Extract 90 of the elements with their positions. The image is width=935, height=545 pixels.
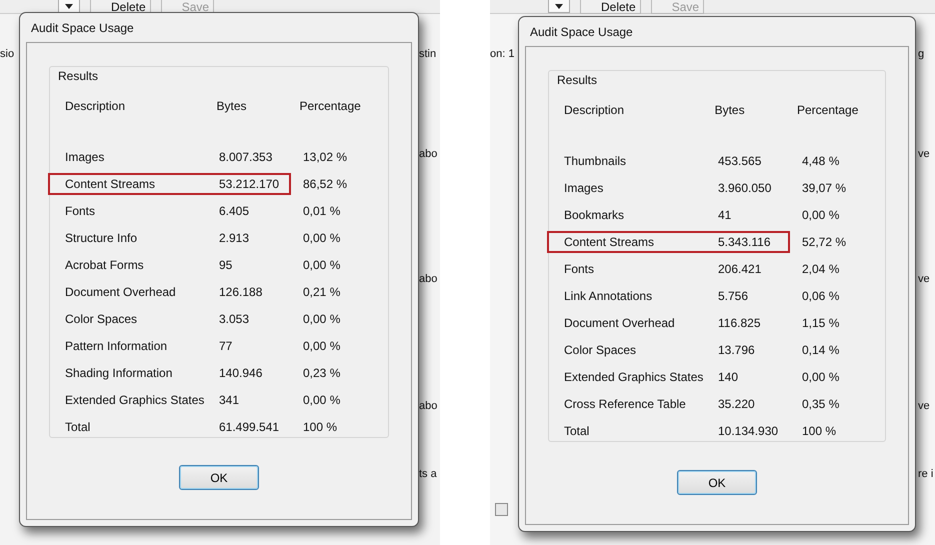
background-text: abo [419, 399, 438, 414]
table-cell: Fonts [564, 262, 594, 276]
table-cell: Fonts [65, 204, 96, 218]
column-header: Bytes [216, 99, 247, 113]
background-text: sio [0, 47, 14, 62]
table-cell: Bookmarks [564, 208, 624, 222]
table-cell: 0,00 % [303, 338, 340, 352]
table-cell: 453.565 [718, 154, 762, 168]
table-cell: 3.053 [219, 312, 250, 326]
background-text: on: 1 [490, 47, 514, 62]
background-text: ve [918, 272, 930, 287]
table-cell: 61.499.541 [219, 420, 280, 434]
table-cell: 8.007.353 [219, 150, 272, 164]
table-cell: 341 [219, 392, 240, 406]
background-text: abo [419, 147, 438, 162]
table-cell: 140 [718, 370, 738, 384]
table-cell: Content Streams [564, 234, 654, 248]
table-cell: 13,02 % [303, 150, 348, 164]
table-cell: 140.946 [219, 366, 262, 380]
table-cell: Thumbnails [564, 154, 626, 168]
background-text: g [918, 47, 924, 62]
table-cell: 0,00 % [303, 258, 340, 272]
table-cell: 0,00 % [802, 208, 840, 222]
window-title: Audit Space Usage [530, 25, 633, 39]
table-cell: 0,35 % [802, 396, 840, 410]
table-cell: 2.913 [219, 230, 250, 244]
table-cell: 0,23 % [303, 366, 340, 380]
table-cell: 6.405 [219, 204, 250, 218]
table-cell: Content Streams [65, 176, 156, 190]
checkbox[interactable] [495, 503, 508, 516]
table-cell: 0,14 % [802, 342, 840, 356]
table-cell: Document Overhead [564, 316, 675, 330]
background-text: ts a [419, 467, 437, 482]
table-cell: 0,21 % [303, 284, 340, 298]
table-cell: 52,72 % [802, 234, 846, 248]
table-cell: Color Spaces [65, 312, 138, 326]
table-cell: 0,06 % [802, 288, 840, 302]
table-cell: 86,52 % [303, 176, 348, 190]
table-cell: 4,48 % [802, 154, 840, 168]
table-cell: 0,00 % [303, 230, 340, 244]
table-cell: 0,00 % [802, 370, 840, 384]
table-cell: Acrobat Forms [65, 258, 144, 272]
table-cell: Document Overhead [65, 284, 176, 298]
table-cell: 206.421 [718, 262, 762, 276]
table-cell: Extended Graphics States [564, 370, 704, 384]
background-text: re i [918, 467, 934, 482]
table-cell: Total [564, 424, 590, 438]
column-header: Percentage [797, 103, 858, 117]
table-cell: 126.188 [219, 284, 262, 298]
table-cell: Color Spaces [564, 342, 636, 356]
table-cell: Total [65, 420, 90, 434]
table-cell: 100 % [802, 424, 836, 438]
table-cell: 100 % [303, 420, 338, 434]
background-text: ve [918, 399, 930, 414]
table-cell: Pattern Information [65, 338, 168, 352]
table-cell: 77 [219, 338, 232, 352]
background-text: abo [419, 272, 438, 287]
table-cell: 1,15 % [802, 316, 840, 330]
column-header: Percentage [299, 99, 361, 113]
table-cell: 13.796 [718, 342, 755, 356]
table-cell: Cross Reference Table [564, 396, 686, 410]
table-cell: 53.212.170 [219, 176, 280, 190]
table-cell: Structure Info [65, 230, 138, 244]
table-cell: 5.343.116 [718, 234, 770, 248]
background-text: ve [918, 147, 930, 162]
table-cell: Images [564, 180, 604, 194]
column-header: Description [65, 99, 126, 113]
table-cell: 39,07 % [802, 180, 846, 194]
column-header: Description [564, 103, 624, 117]
table-cell: Images [65, 150, 104, 164]
window-title: Audit Space Usage [31, 21, 134, 35]
table-cell: Extended Graphics States [65, 392, 204, 406]
table-cell: 41 [718, 208, 732, 222]
table-cell: 0,00 % [303, 392, 340, 406]
table-cell: Shading Information [65, 366, 172, 380]
table-cell: 5.756 [718, 288, 748, 302]
background-text: stin [419, 47, 436, 62]
table-cell: 10.134.930 [718, 424, 778, 438]
table-cell: 35.220 [718, 396, 755, 410]
column-header: Bytes [714, 103, 745, 117]
toolbar-button[interactable]: Delete [580, 0, 641, 14]
ok-button[interactable]: OK [677, 470, 757, 495]
table-cell: Link Annotations [564, 288, 652, 302]
table-cell: 2,04 % [802, 262, 840, 276]
table-cell: 0,00 % [303, 312, 340, 326]
table-cell: 0,01 % [303, 204, 340, 218]
table-cell: 3.960.050 [718, 180, 772, 194]
table-cell: 95 [219, 258, 232, 272]
ok-button[interactable]: OK [179, 465, 259, 490]
table-cell: 116.825 [718, 316, 760, 330]
